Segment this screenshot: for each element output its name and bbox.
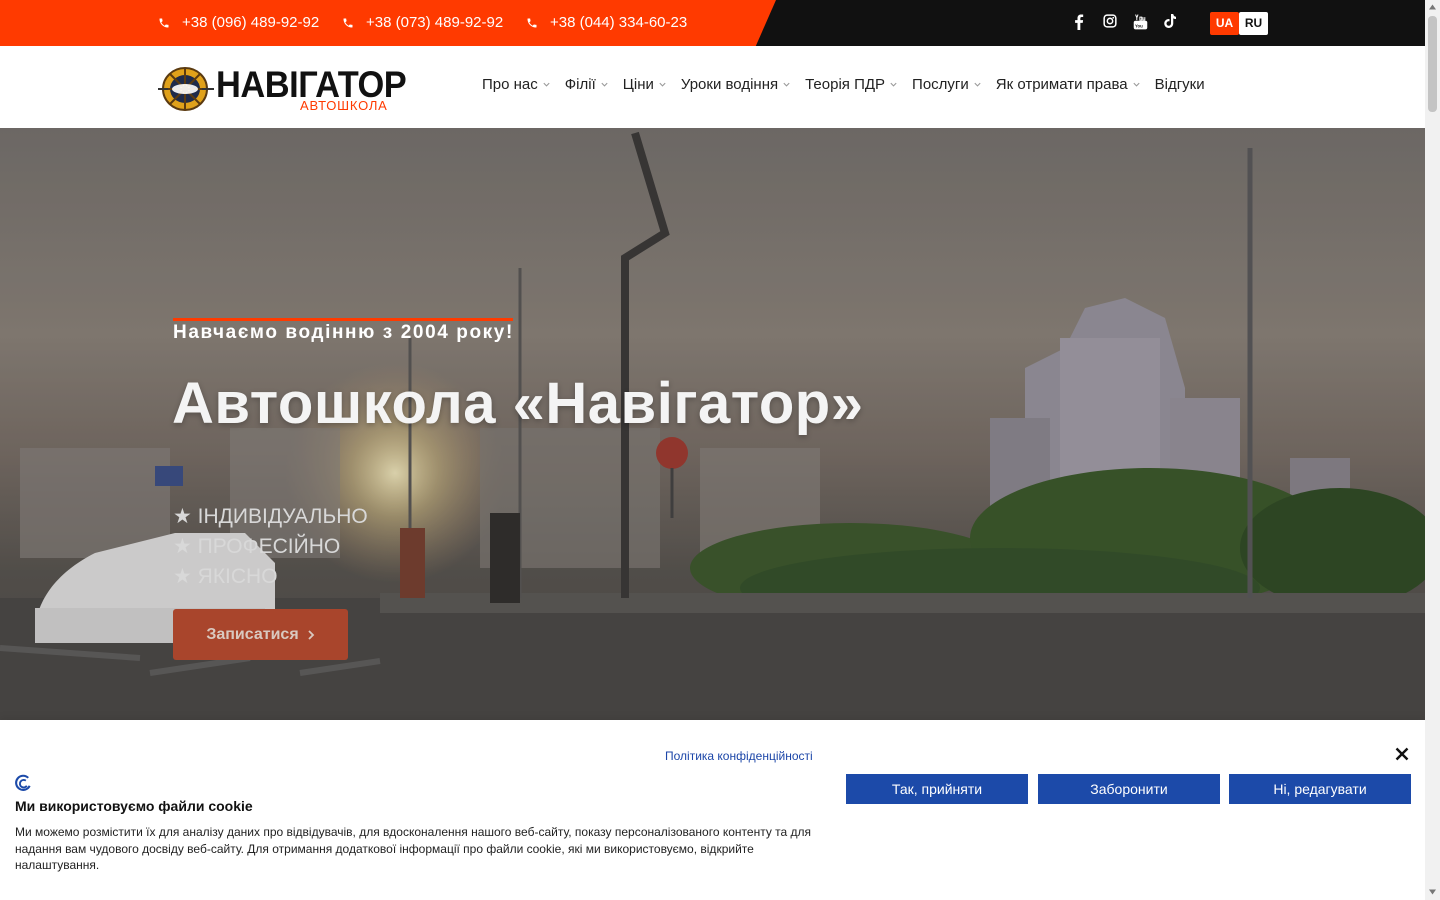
facebook-icon[interactable]	[1074, 14, 1084, 30]
top-bar: +38 (096) 489-92-92 +38 (073) 489-92-92 …	[0, 0, 1425, 46]
phone-link-3[interactable]: +38 (044) 334-60-23	[526, 14, 687, 31]
page-scrollbar[interactable]	[1425, 0, 1440, 900]
deny-cookies-button[interactable]: Заборонити	[1038, 774, 1220, 804]
chevron-down-icon	[601, 82, 608, 87]
nav-item-prices[interactable]: Ціни	[623, 76, 667, 93]
nav-item-label: Послуги	[912, 76, 969, 93]
nav-item-get-license[interactable]: Як отримати права	[996, 76, 1141, 93]
lang-ru-button[interactable]: RU	[1239, 12, 1268, 35]
scroll-down-arrow-icon[interactable]	[1428, 888, 1437, 896]
hero-kicker: Навчаємо водінню з 2004 року!	[173, 322, 514, 343]
logo-subtitle: АВТОШКОЛА	[300, 98, 388, 113]
main-nav: Про нас Філії Ціни Уроки водіння Теорія …	[482, 76, 1205, 93]
edit-cookies-button[interactable]: Ні, редагувати	[1229, 774, 1411, 804]
nav-item-reviews[interactable]: Відгуки	[1155, 76, 1205, 93]
nav-item-label: Уроки водіння	[680, 76, 779, 93]
chevron-down-icon	[543, 82, 550, 87]
chevron-down-icon	[659, 82, 666, 87]
instagram-icon[interactable]	[1103, 14, 1117, 28]
nav-item-theory[interactable]: Теорія ПДР	[805, 76, 898, 93]
nav-item-driving-lessons[interactable]: Уроки водіння	[681, 76, 791, 93]
hero-bullets: ★ ІНДИВІДУАЛЬНО ★ ПРОФЕСІЙНО ★ ЯКІСНО	[173, 502, 368, 592]
phone-icon	[159, 18, 169, 27]
cookie-title: Ми використовуємо файли cookie	[15, 798, 253, 814]
nav-item-about[interactable]: Про нас	[482, 76, 551, 93]
cookie-consent-logo-icon	[15, 774, 31, 791]
phone-icon	[527, 18, 537, 27]
accept-cookies-button[interactable]: Так, прийняти	[846, 774, 1028, 804]
phone-link-2[interactable]: +38 (073) 489-92-92	[342, 14, 503, 31]
nav-item-label: Як отримати права	[995, 76, 1128, 93]
nav-item-branches[interactable]: Філії	[565, 76, 609, 93]
hero-section: Навчаємо водінню з 2004 року! Автошкола …	[0, 128, 1425, 720]
nav-item-label: Філії	[564, 76, 596, 93]
hero-bullet: ★ ЯКІСНО	[173, 565, 278, 588]
phone-icon	[343, 18, 353, 27]
site-header: НАВІГАТОР АВТОШКОЛА Про нас Філії Ціни У…	[0, 46, 1425, 128]
scrollbar-thumb[interactable]	[1428, 16, 1437, 112]
nav-item-label: Ціни	[622, 76, 654, 93]
chevron-down-icon	[783, 82, 790, 87]
logo[interactable]: НАВІГАТОР АВТОШКОЛА	[158, 60, 407, 116]
cookie-text: Ми можемо розмістити їх для аналізу дани…	[15, 825, 812, 872]
hero-title: Автошкола «Навігатор»	[172, 371, 864, 436]
phone-link-1[interactable]: +38 (096) 489-92-92	[158, 14, 319, 31]
lang-ua-button[interactable]: UA	[1210, 12, 1239, 35]
nav-item-label: Відгуки	[1154, 76, 1205, 93]
hero-bullet: ★ ІНДИВІДУАЛЬНО	[173, 505, 368, 528]
tiktok-icon[interactable]	[1164, 14, 1176, 28]
nav-item-label: Теорія ПДР	[805, 76, 886, 93]
hero-bullet: ★ ПРОФЕСІЙНО	[173, 535, 341, 558]
phone-number: +38 (044) 334-60-23	[550, 14, 688, 31]
hero-accent-line	[173, 318, 513, 321]
chevron-down-icon	[974, 82, 981, 87]
steering-wheel-logo-icon	[158, 67, 214, 111]
phone-number: +38 (073) 489-92-92	[366, 14, 504, 31]
phone-number: +38 (096) 489-92-92	[182, 14, 320, 31]
cookie-banner: Політика конфіденційності Ми використову…	[0, 720, 1425, 900]
signup-button-label: Записатися	[206, 625, 299, 643]
close-icon[interactable]	[1395, 747, 1409, 761]
youtube-icon[interactable]: You	[1133, 14, 1148, 30]
language-switcher: UA RU	[1210, 12, 1268, 35]
chevron-down-icon	[890, 82, 897, 87]
chevron-right-icon	[308, 629, 314, 640]
social-links: You	[1074, 14, 1176, 30]
chevron-down-icon	[1133, 82, 1140, 87]
signup-button[interactable]: Записатися	[173, 609, 348, 660]
scroll-up-arrow-icon[interactable]	[1428, 3, 1437, 11]
privacy-policy-link[interactable]: Політика конфіденційності	[665, 749, 813, 763]
nav-item-label: Про нас	[482, 76, 538, 93]
svg-text:You: You	[1135, 24, 1143, 29]
nav-item-services[interactable]: Послуги	[912, 76, 982, 93]
